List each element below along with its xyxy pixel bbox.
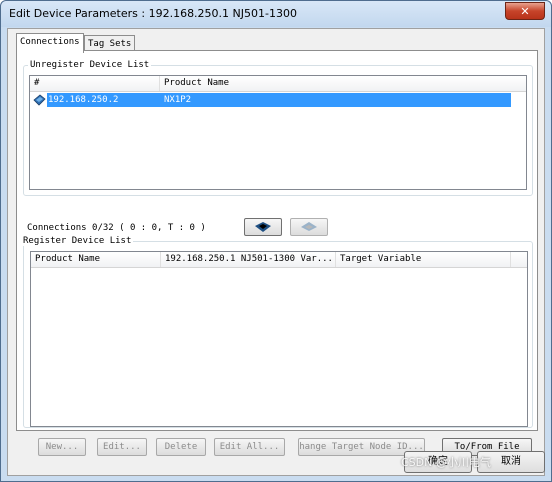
close-icon: ✕	[520, 4, 530, 18]
device-icon	[33, 94, 46, 111]
unregister-group: Unregister Device List # Product Name 19…	[23, 60, 533, 196]
unregister-device-list[interactable]: # Product Name 192.168.250.2 NX1P2	[29, 75, 527, 190]
edit-all-button[interactable]: Edit All...	[214, 438, 285, 456]
register-device-list[interactable]: Product Name 192.168.250.1 NJ501-1300 Va…	[30, 251, 528, 427]
register-device-button[interactable]	[244, 218, 282, 236]
new-button[interactable]: New...	[38, 438, 86, 456]
cancel-button[interactable]: 取消	[477, 451, 545, 473]
unregister-device-button[interactable]	[290, 218, 328, 236]
register-list-header: Product Name 192.168.250.1 NJ501-1300 Va…	[31, 252, 527, 268]
column-header-number[interactable]: #	[30, 76, 160, 91]
connections-tab-page: Unregister Device List # Product Name 19…	[16, 50, 538, 456]
device-address: 192.168.250.2	[48, 95, 119, 105]
device-product-name: NX1P2	[164, 95, 192, 105]
arrow-up-icon	[301, 222, 317, 231]
column-header-var[interactable]: 192.168.250.1 NJ501-1300 Var...	[161, 252, 336, 267]
arrow-down-icon	[255, 222, 271, 232]
unregister-group-label: Unregister Device List	[28, 60, 152, 70]
unregister-list-header: # Product Name	[30, 76, 526, 92]
edit-button[interactable]: Edit...	[97, 438, 147, 456]
delete-button[interactable]: Delete	[156, 438, 206, 456]
register-group: Register Device List Product Name 192.16…	[21, 236, 533, 428]
dialog-window: Edit Device Parameters : 192.168.250.1 N…	[0, 0, 552, 482]
column-header-target-variable[interactable]: Target Variable	[336, 252, 511, 267]
dialog-client: Connections Tag Sets Unregister Device L…	[7, 28, 545, 476]
column-header-product-name[interactable]: Product Name	[31, 252, 161, 267]
register-group-label: Register Device List	[21, 236, 134, 246]
title-bar[interactable]: Edit Device Parameters : 192.168.250.1 N…	[1, 1, 551, 27]
window-title: Edit Device Parameters : 192.168.250.1 N…	[9, 7, 297, 20]
tab-connections[interactable]: Connections	[16, 33, 84, 53]
column-header-product-name[interactable]: Product Name	[160, 76, 510, 91]
ok-button[interactable]: 确定	[404, 451, 472, 473]
list-item[interactable]: 192.168.250.2 NX1P2	[33, 93, 511, 107]
close-button[interactable]: ✕	[505, 2, 545, 20]
connections-status: Connections 0/32 ( 0 : 0, T : 0 )	[27, 223, 206, 233]
